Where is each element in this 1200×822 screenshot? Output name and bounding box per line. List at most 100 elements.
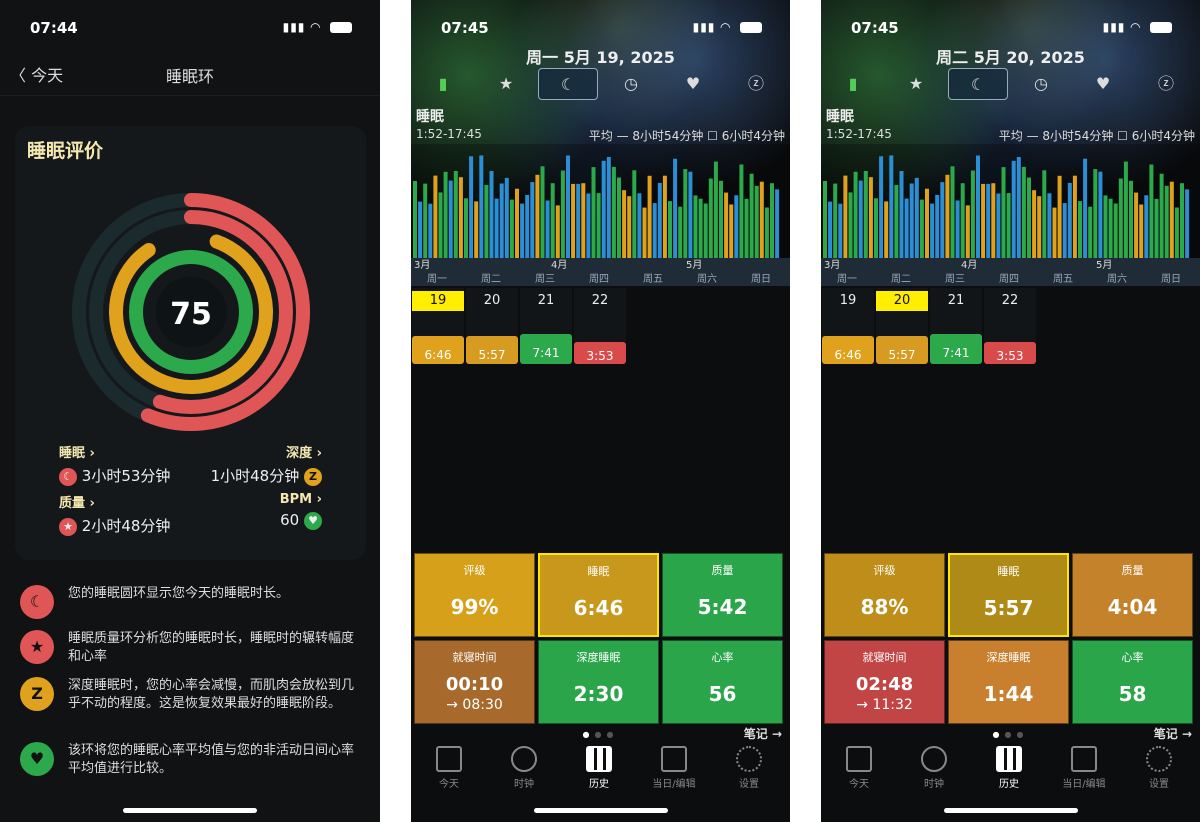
history-bar — [1047, 193, 1052, 258]
heart-icon[interactable]: ♥ — [663, 68, 723, 100]
tile-label: 质量 — [711, 564, 734, 577]
history-bar — [960, 183, 965, 258]
tab-today[interactable]: 今天 — [823, 746, 895, 790]
star-icon[interactable]: ★ — [886, 68, 946, 100]
history-bar — [627, 196, 632, 258]
calendar-day[interactable]: 20 — [876, 291, 928, 311]
day-duration[interactable]: 3:53 — [574, 342, 626, 364]
sleep-history-chart[interactable]: 3月 4月 5月周一 周二 周三 周四 周五 周六 周日 — [821, 144, 1200, 286]
calendar-day[interactable]: 20 — [466, 291, 518, 311]
day-duration[interactable]: 5:57 — [466, 336, 518, 364]
calendar-day[interactable]: 21 — [520, 291, 572, 311]
heart-icon: ♥ — [304, 511, 322, 530]
sleep-value: 3小时53分钟 — [81, 467, 171, 485]
battery-icon[interactable]: ▮ — [413, 68, 473, 100]
history-bar — [469, 156, 474, 258]
history-bar — [945, 174, 950, 258]
tab-history[interactable]: 历史 — [973, 746, 1045, 790]
history-bar — [708, 178, 713, 258]
section-title: 睡眠 — [416, 109, 444, 125]
clock-icon[interactable]: ◷ — [1011, 68, 1071, 100]
quality-tile[interactable]: 质量 4:04 — [1072, 553, 1193, 637]
history-bar — [1062, 203, 1067, 258]
explanation-text: 您的睡眠圆环显示您今天的睡眠时长。 — [68, 586, 290, 601]
tab-settings[interactable]: 设置 — [713, 746, 785, 790]
explanation-heart: ♥ 该环将您的睡眠心率平均值与您的非活动日间心率平均值进行比较。 — [20, 742, 365, 778]
tab-label: 时钟 — [924, 779, 944, 790]
moon-icon[interactable]: ☾ — [538, 68, 598, 100]
clock-icon[interactable]: ◷ — [601, 68, 661, 100]
deep-sleep-tile[interactable]: 深度睡眠 2:30 — [538, 640, 659, 724]
calendar-day[interactable]: 22 — [984, 291, 1036, 311]
history-bar — [1123, 161, 1128, 258]
tile-value: 5:57 — [983, 596, 1034, 620]
stats-grid: 评级 88% 睡眠 5:57 质量 4:04 就寝时间 02:48 → 11:32 深度睡… — [824, 553, 1197, 725]
bedtime-tile[interactable]: 就寝时间 02:48 → 11:32 — [824, 640, 945, 724]
day-duration[interactable]: 3:53 — [984, 342, 1036, 364]
tab-settings[interactable]: 设置 — [1123, 746, 1195, 790]
tab-day-edit[interactable]: 当日/编辑 — [638, 746, 710, 790]
day-duration[interactable]: 6:46 — [822, 336, 874, 364]
bedtime-tile[interactable]: 就寝时间 00:10 → 08:30 — [414, 640, 535, 724]
history-bar — [428, 203, 433, 258]
history-bar — [657, 182, 662, 258]
sleep-tile[interactable]: 睡眠 6:46 — [538, 553, 659, 637]
day-duration[interactable]: 7:41 — [930, 334, 982, 364]
heart-rate-tile[interactable]: 心率 58 — [1072, 640, 1193, 724]
bpm-value: 60 — [280, 511, 300, 529]
moon-icon[interactable]: ☾ — [948, 68, 1008, 100]
history-bar — [1006, 193, 1011, 258]
explanation-quality: ★ 睡眠质量环分析您的睡眠时长，睡眠时的辗转幅度和心率 — [20, 630, 365, 666]
battery-icon[interactable]: ▮ — [823, 68, 883, 100]
day-duration[interactable]: 5:57 — [876, 336, 928, 364]
history-bar — [950, 166, 955, 258]
calendar-edit-icon — [1071, 746, 1097, 772]
star-icon[interactable]: ★ — [476, 68, 536, 100]
history-bar — [759, 181, 764, 258]
sleep-rings[interactable]: 75 — [53, 174, 329, 450]
rating-tile[interactable]: 评级 88% — [824, 553, 945, 637]
history-bar — [965, 205, 970, 258]
sleep-stat[interactable]: 睡眠 › ☾ 3小时53分钟 — [59, 442, 170, 486]
calendar-day[interactable]: 22 — [574, 291, 626, 311]
tab-label: 历史 — [999, 779, 1019, 790]
quality-value: 2小时48分钟 — [81, 517, 171, 535]
history-bar — [1129, 180, 1133, 258]
moon-icon: ☾ — [59, 467, 77, 486]
history-bar — [904, 198, 909, 258]
quality-tile[interactable]: 质量 5:42 — [662, 553, 783, 637]
tab-day-edit[interactable]: 当日/编辑 — [1048, 746, 1120, 790]
month-label: 3月 — [824, 259, 840, 271]
quality-stat[interactable]: 质量 › ★ 2小时48分钟 — [59, 492, 170, 536]
rating-tile[interactable]: 评级 99% — [414, 553, 535, 637]
history-bar — [535, 174, 540, 258]
tab-clock[interactable]: 时钟 — [898, 746, 970, 790]
history-bar — [703, 203, 708, 258]
weekday-label: 周一 — [427, 273, 447, 285]
deep-stat[interactable]: 深度 › 1小时48分钟 Z — [211, 442, 322, 486]
history-bar — [754, 185, 759, 258]
z-icon[interactable]: ⓩ — [1136, 68, 1196, 100]
bpm-stat[interactable]: BPM › 60 ♥ — [280, 492, 322, 530]
calendar-day[interactable]: 21 — [930, 291, 982, 311]
explanation-text: 深度睡眠时，您的心率会减慢，而肌肉会放松到几乎不动的程度。这是恢复效果最好的睡眠… — [68, 678, 355, 711]
sleep-history-chart[interactable]: 3月 4月 5月周一 周二 周三 周四 周五 周六 周日 — [411, 144, 790, 286]
tab-history[interactable]: 历史 — [563, 746, 635, 790]
calendar-day[interactable]: 19 — [412, 291, 464, 311]
tab-today[interactable]: 今天 — [413, 746, 485, 790]
heart-icon[interactable]: ♥ — [1073, 68, 1133, 100]
deep-sleep-tile[interactable]: 深度睡眠 1:44 — [948, 640, 1069, 724]
history-bar — [1037, 196, 1042, 258]
z-icon[interactable]: ⓩ — [726, 68, 786, 100]
history-bar — [838, 203, 843, 258]
calendar-day[interactable]: 19 — [822, 291, 874, 311]
tab-clock[interactable]: 时钟 — [488, 746, 560, 790]
history-bar — [1011, 160, 1016, 258]
sleep-tile[interactable]: 睡眠 5:57 — [948, 553, 1069, 637]
day-duration[interactable]: 7:41 — [520, 334, 572, 364]
heart-rate-tile[interactable]: 心率 56 — [662, 640, 783, 724]
calendar-icon — [436, 746, 462, 772]
history-bar — [734, 195, 739, 258]
weekday-label: 周六 — [697, 273, 717, 285]
day-duration[interactable]: 6:46 — [412, 336, 464, 364]
